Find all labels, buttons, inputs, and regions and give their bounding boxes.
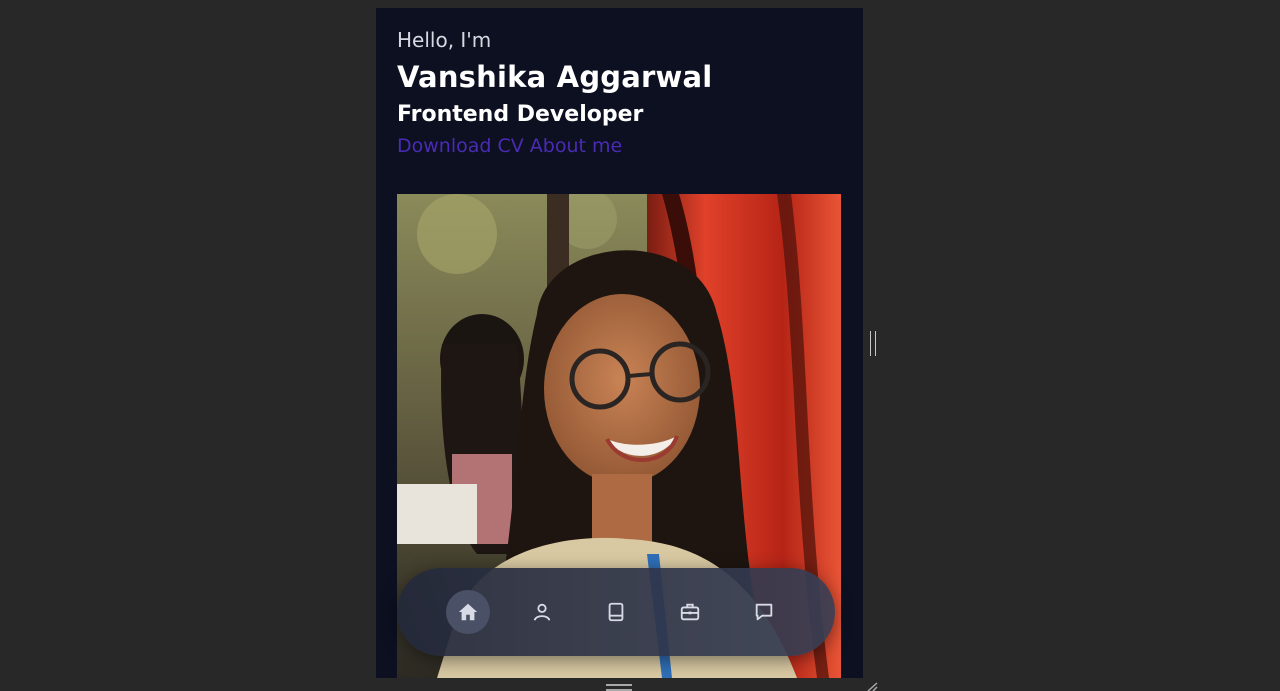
nav-portfolio-button[interactable]	[668, 590, 712, 634]
briefcase-icon	[680, 603, 700, 621]
name-heading: Vanshika Aggarwal	[397, 60, 713, 94]
responsive-viewport: Hello, I'm Vanshika Aggarwal Frontend De…	[376, 8, 863, 678]
nav-about-button[interactable]	[520, 590, 564, 634]
message-icon	[755, 603, 773, 621]
greeting-text: Hello, I'm	[397, 28, 492, 52]
viewport-resize-handle-bottom[interactable]	[606, 684, 632, 691]
user-icon	[533, 603, 551, 621]
resize-grip-icon[interactable]	[866, 682, 878, 691]
about-me-link[interactable]: About me	[530, 135, 622, 157]
home-icon	[458, 603, 478, 621]
nav-experience-button[interactable]	[594, 590, 638, 634]
download-cv-link[interactable]: Download CV	[397, 135, 524, 157]
viewport-resize-handle-right[interactable]	[870, 331, 876, 356]
book-icon	[608, 602, 624, 622]
nav-home-button[interactable]	[446, 590, 490, 634]
nav-contact-button[interactable]	[742, 590, 786, 634]
hero-links: Download CV About me	[397, 132, 843, 160]
hero-header: Hello, I'm Vanshika Aggarwal Frontend De…	[397, 26, 843, 160]
bottom-nav-dock	[397, 568, 835, 656]
role-heading: Frontend Developer	[397, 102, 644, 127]
